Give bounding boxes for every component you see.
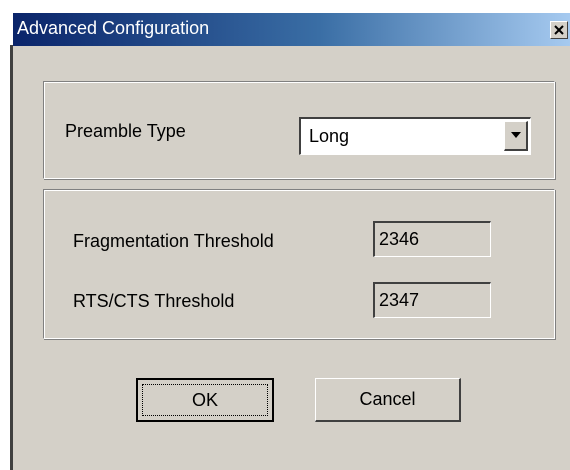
focus-rectangle <box>142 384 268 416</box>
window-frame-edge <box>10 45 13 470</box>
advanced-configuration-dialog: Advanced Configuration Preamble Type Lon… <box>10 12 570 470</box>
fragmentation-threshold-field[interactable]: 2346 <box>373 221 491 257</box>
rts-cts-threshold-field[interactable]: 2347 <box>373 282 491 318</box>
close-icon <box>554 25 564 35</box>
cancel-button[interactable]: Cancel <box>315 378 461 422</box>
rts-cts-threshold-label: RTS/CTS Threshold <box>73 291 235 311</box>
preamble-dropdown-button[interactable] <box>504 121 528 151</box>
fragmentation-threshold-label: Fragmentation Threshold <box>73 231 274 251</box>
chevron-down-icon <box>511 132 521 138</box>
preamble-type-label: Preamble Type <box>65 121 186 141</box>
preamble-type-value: Long <box>309 126 350 146</box>
ok-button[interactable]: OK <box>136 378 274 422</box>
title-bar[interactable]: Advanced Configuration <box>13 13 570 46</box>
cancel-button-label: Cancel <box>359 389 416 409</box>
window-title: Advanced Configuration <box>17 18 210 38</box>
close-button[interactable] <box>550 21 568 39</box>
preamble-type-select[interactable]: Long <box>299 117 531 155</box>
